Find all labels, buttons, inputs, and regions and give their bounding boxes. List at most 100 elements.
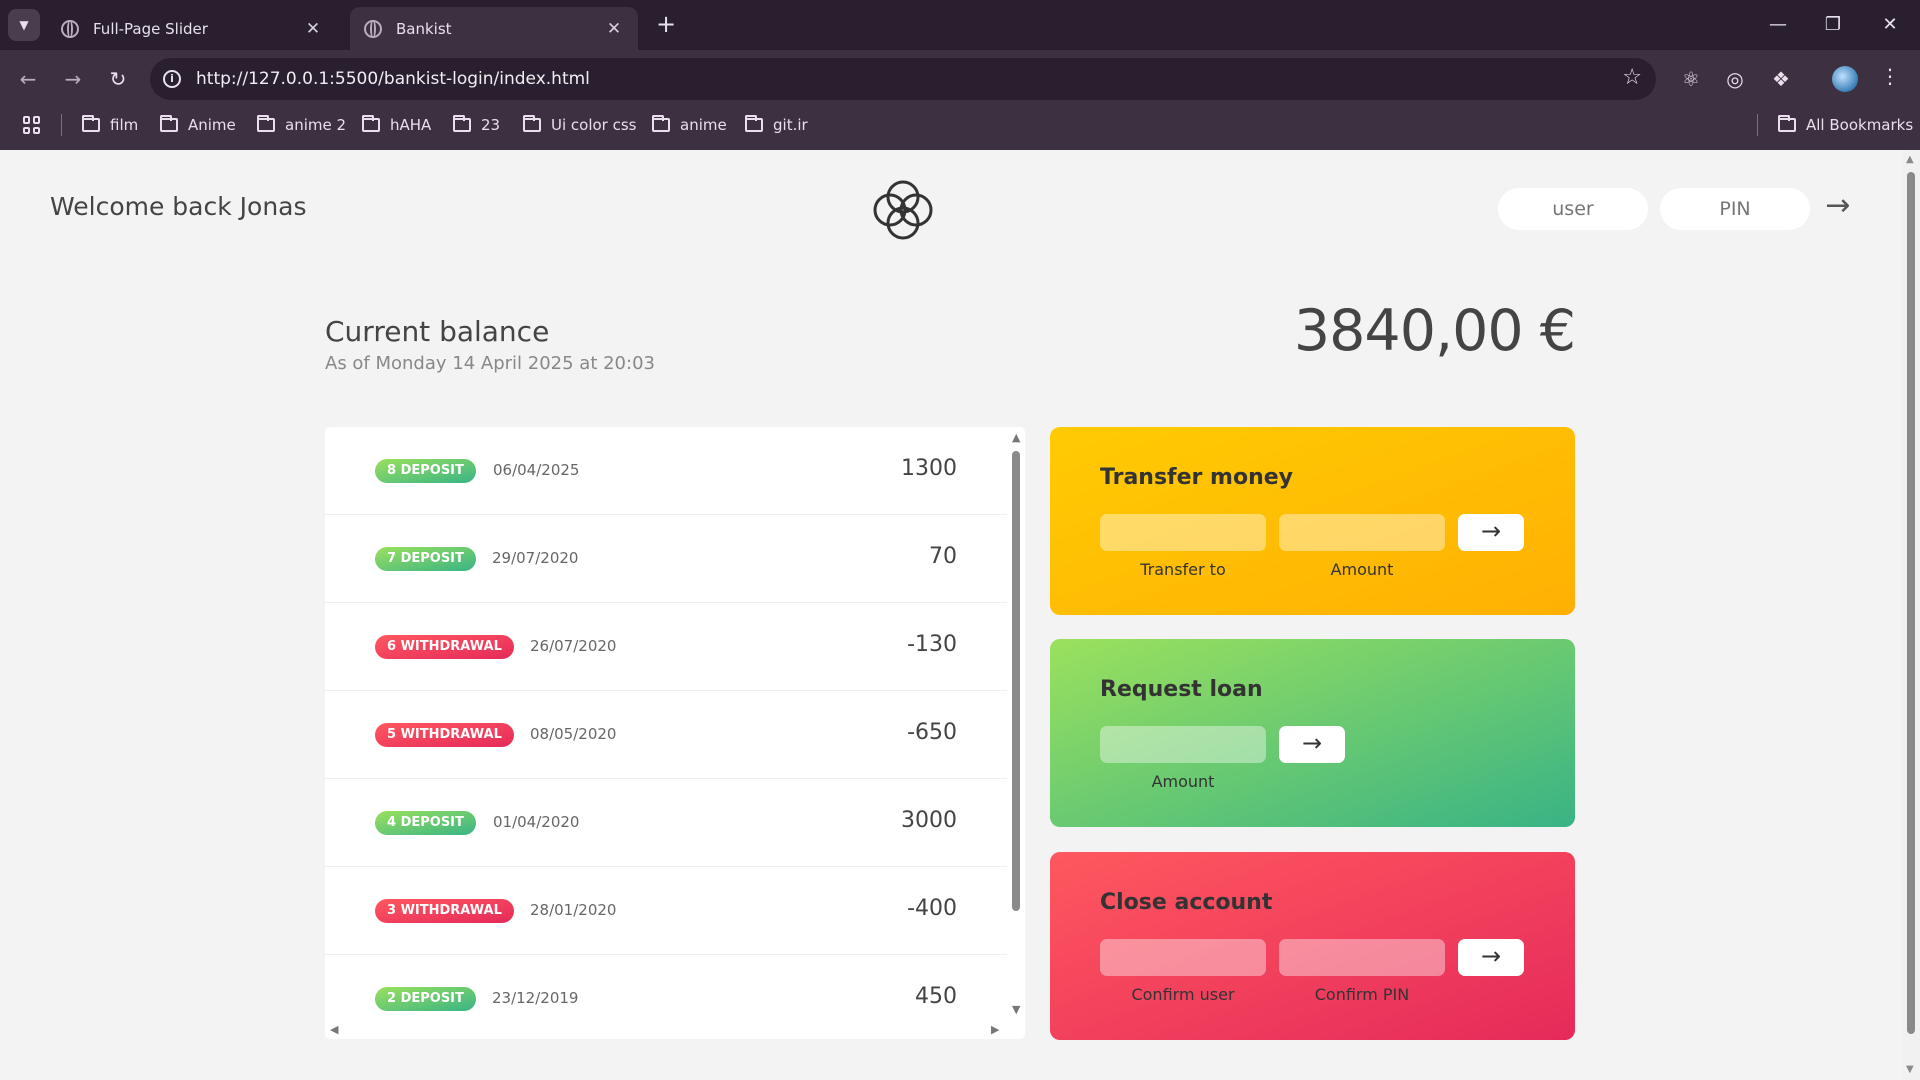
site-info-icon[interactable]: i bbox=[163, 70, 181, 88]
close-title: Close account bbox=[1100, 890, 1273, 915]
bookmark-ui-color-css[interactable]: Ui color css bbox=[523, 112, 637, 138]
app-nav: Welcome back Jonas → bbox=[0, 150, 1900, 268]
movement-value: 1300 bbox=[901, 456, 957, 481]
movement-date: 06/04/2025 bbox=[493, 461, 580, 479]
browser-toolbar: ← → ↻ i http://127.0.0.1:5500/bankist-lo… bbox=[0, 50, 1920, 108]
login-button[interactable]: → bbox=[1818, 186, 1858, 226]
bookmark-haha[interactable]: hAHA bbox=[362, 112, 431, 138]
bookmark-anime-2[interactable]: anime 2 bbox=[257, 112, 346, 138]
bookmark-label: Anime bbox=[188, 116, 236, 134]
movement-value: -400 bbox=[907, 896, 957, 921]
movement-type-badge: 8 DEPOSIT bbox=[375, 459, 476, 483]
movement-type-badge: 2 DEPOSIT bbox=[375, 987, 476, 1011]
bookmark-label: film bbox=[110, 116, 139, 134]
transfer-submit-button[interactable]: → bbox=[1458, 514, 1524, 551]
all-bookmarks[interactable]: All Bookmarks bbox=[1778, 112, 1913, 138]
movement-value: 3000 bbox=[901, 808, 957, 833]
bookmark-23[interactable]: 23 bbox=[453, 112, 500, 138]
movement-row: 6 WITHDRAWAL 26/07/2020 -130 bbox=[325, 603, 1007, 691]
tab-bankist[interactable]: Bankist ✕ bbox=[350, 7, 638, 50]
movement-value: -650 bbox=[907, 720, 957, 745]
close-user-input[interactable] bbox=[1100, 939, 1266, 976]
scroll-up-arrow-icon[interactable]: ▲ bbox=[1906, 154, 1914, 165]
apps-icon[interactable] bbox=[23, 116, 41, 134]
folder-icon bbox=[652, 115, 670, 132]
bookmark-film[interactable]: film bbox=[82, 112, 138, 138]
page-viewport: Welcome back Jonas → Current balance As … bbox=[0, 150, 1920, 1080]
tab-full-page-slider[interactable]: Full-Page Slider ✕ bbox=[47, 7, 337, 50]
tab-search-button[interactable]: ▼ bbox=[8, 9, 40, 41]
bookmark-separator bbox=[1757, 114, 1758, 136]
balance-date: As of Monday 14 April 2025 at 20:03 bbox=[325, 353, 655, 374]
bookmark-label: anime bbox=[680, 116, 727, 134]
forward-icon[interactable]: → bbox=[58, 64, 88, 94]
folder-icon bbox=[1778, 115, 1796, 132]
login-pin-input[interactable] bbox=[1660, 188, 1810, 230]
folder-icon bbox=[160, 115, 178, 132]
transfer-to-label: Transfer to bbox=[1140, 560, 1226, 579]
folder-icon bbox=[453, 115, 471, 132]
loan-amount-label: Amount bbox=[1151, 772, 1215, 791]
movement-row: 8 DEPOSIT 06/04/2025 1300 bbox=[325, 427, 1007, 515]
movement-value: 70 bbox=[929, 544, 957, 569]
movements-horizontal-scrollbar[interactable]: ◀ ▶ bbox=[325, 1021, 1007, 1039]
loan-submit-button[interactable]: → bbox=[1279, 726, 1345, 763]
movement-date: 29/07/2020 bbox=[492, 549, 579, 567]
profile-avatar[interactable] bbox=[1832, 66, 1858, 92]
transfer-title: Transfer money bbox=[1100, 465, 1294, 490]
movement-type-badge: 6 WITHDRAWAL bbox=[375, 635, 514, 659]
movements-vertical-scrollbar[interactable]: ▲ ▼ bbox=[1007, 427, 1025, 1021]
transfer-to-input[interactable] bbox=[1100, 514, 1266, 551]
movement-value: -130 bbox=[907, 632, 957, 657]
movement-type-badge: 4 DEPOSIT bbox=[375, 811, 476, 835]
address-bar[interactable]: i http://127.0.0.1:5500/bankist-login/in… bbox=[150, 58, 1656, 100]
minimize-button[interactable]: — bbox=[1763, 10, 1793, 40]
close-tab-icon[interactable]: ✕ bbox=[604, 19, 624, 39]
balance-label: Current balance bbox=[325, 315, 550, 348]
scroll-right-arrow-icon[interactable]: ▶ bbox=[991, 1023, 999, 1036]
movements-list[interactable]: 8 DEPOSIT 06/04/2025 1300 7 DEPOSIT 29/0… bbox=[325, 427, 1025, 1039]
react-extension-icon[interactable]: ⚛ bbox=[1676, 64, 1706, 94]
extension-target-icon[interactable]: ◎ bbox=[1720, 64, 1750, 94]
close-submit-button[interactable]: → bbox=[1458, 939, 1524, 976]
scroll-down-arrow-icon[interactable]: ▼ bbox=[1012, 1003, 1020, 1016]
new-tab-button[interactable]: + bbox=[652, 11, 680, 39]
scroll-down-arrow-icon[interactable]: ▼ bbox=[1906, 1064, 1914, 1075]
folder-icon bbox=[362, 115, 380, 132]
extensions-puzzle-icon[interactable]: ❖ bbox=[1766, 64, 1796, 94]
scroll-left-arrow-icon[interactable]: ◀ bbox=[330, 1023, 338, 1036]
close-pin-input[interactable] bbox=[1279, 939, 1445, 976]
movement-row: 5 WITHDRAWAL 08/05/2020 -650 bbox=[325, 691, 1007, 779]
bookmark-label: hAHA bbox=[390, 116, 432, 134]
menu-icon[interactable]: ⋮ bbox=[1880, 64, 1900, 88]
reload-icon[interactable]: ↻ bbox=[103, 64, 133, 94]
movement-date: 08/05/2020 bbox=[530, 725, 617, 743]
movement-row: 4 DEPOSIT 01/04/2020 3000 bbox=[325, 779, 1007, 867]
folder-icon bbox=[257, 115, 275, 132]
bookmark-git-ir[interactable]: git.ir bbox=[745, 112, 808, 138]
restore-button[interactable]: ❐ bbox=[1818, 10, 1848, 40]
bookmark-anime-lower[interactable]: anime bbox=[652, 112, 727, 138]
url-text: http://127.0.0.1:5500/bankist-login/inde… bbox=[196, 69, 590, 89]
bookmark-anime[interactable]: Anime bbox=[160, 112, 236, 138]
scrollbar-thumb[interactable] bbox=[1012, 451, 1020, 911]
close-pin-label: Confirm PIN bbox=[1314, 985, 1410, 1004]
login-user-input[interactable] bbox=[1498, 188, 1648, 230]
movement-row: 7 DEPOSIT 29/07/2020 70 bbox=[325, 515, 1007, 603]
back-icon[interactable]: ← bbox=[13, 64, 43, 94]
bookmark-label: git.ir bbox=[773, 116, 808, 134]
tab-bar: ▼ Full-Page Slider ✕ Bankist ✕ + — ❐ ✕ bbox=[0, 0, 1920, 50]
movement-type-badge: 5 WITHDRAWAL bbox=[375, 723, 514, 747]
scroll-up-arrow-icon[interactable]: ▲ bbox=[1012, 431, 1020, 444]
close-tab-icon[interactable]: ✕ bbox=[303, 19, 323, 39]
tab-title: Bankist bbox=[396, 19, 452, 38]
page-scrollbar[interactable]: ▲ ▼ bbox=[1902, 150, 1920, 1080]
scrollbar-thumb[interactable] bbox=[1907, 172, 1915, 1034]
loan-amount-input[interactable] bbox=[1100, 726, 1266, 763]
bookmark-label: 23 bbox=[481, 116, 501, 134]
tab-title: Full-Page Slider bbox=[93, 19, 208, 38]
close-account-panel: Close account → Confirm user Confirm PIN bbox=[1050, 852, 1575, 1040]
transfer-amount-input[interactable] bbox=[1279, 514, 1445, 551]
close-window-button[interactable]: ✕ bbox=[1875, 10, 1905, 40]
bookmark-star-icon[interactable]: ☆ bbox=[1622, 65, 1642, 90]
